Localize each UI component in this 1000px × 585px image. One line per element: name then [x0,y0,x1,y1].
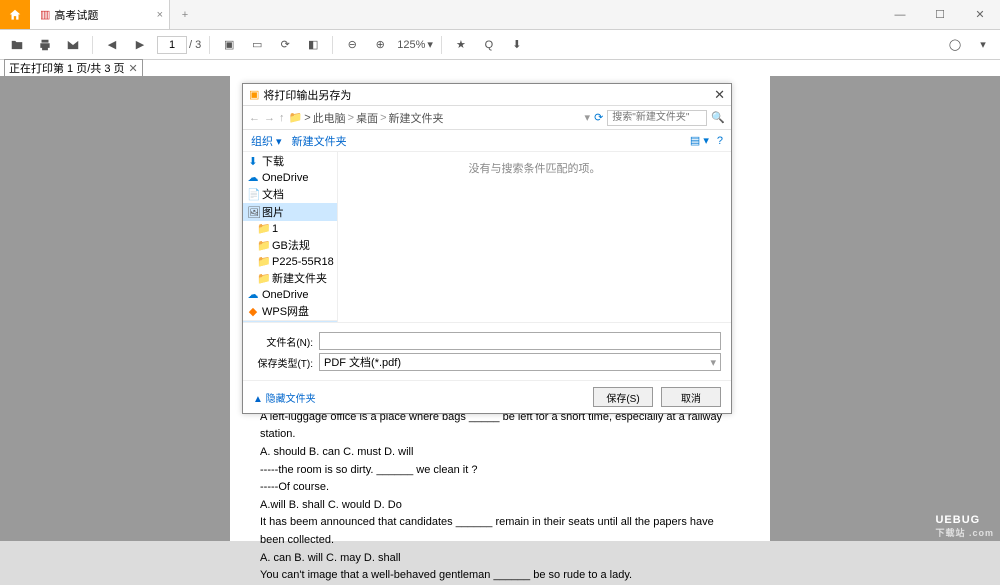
page-total: / 3 [189,39,201,51]
document-line: It has beem announced that candidates __… [260,514,740,549]
select-icon[interactable]: ◧ [302,34,324,56]
breadcrumb[interactable]: 📁 > 此电脑 > 桌面 > 新建文件夹 ▾ [289,110,591,126]
tree-item[interactable]: ☁OneDrive [243,287,337,302]
download-icon[interactable]: ⬇ [506,34,528,56]
save-button[interactable]: 保存(S) [593,387,653,407]
document-line: A. can B. will C. may D. shall [260,550,740,568]
tree-item[interactable]: 📄文档 [243,185,337,203]
cancel-button[interactable]: 取消 [661,387,721,407]
close-tab-icon[interactable]: × [157,9,163,21]
minimize-button[interactable]: — [880,0,920,29]
nav-back-arrow-icon[interactable]: ← [249,112,260,124]
file-list-area: 没有与搜索条件匹配的项。 [338,152,731,322]
new-tab-button[interactable]: + [170,0,200,29]
tab-title: 高考试题 [54,7,98,23]
maximize-button[interactable]: ☐ [920,0,960,29]
home-button[interactable] [0,0,30,29]
tree-item[interactable]: ◆WPS网盘 [243,302,337,320]
watermark: UEBUG下载站 .com [935,498,994,537]
zoom-value: 125% [397,39,425,51]
tree-item[interactable]: 📁P225-55R18 98 [243,254,337,269]
zoom-in-icon[interactable]: ⊕ [369,34,391,56]
menu-dropdown-icon[interactable]: ▾ [972,34,994,56]
filetype-label: 保存类型(T): [253,355,313,370]
bookmark-icon[interactable]: ★ [450,34,472,56]
tree-item[interactable]: 📁GB法规 [243,236,337,254]
user-icon[interactable]: ◯ [944,34,966,56]
dialog-app-icon: ▣ [249,88,259,101]
dialog-title: 将打印输出另存为 [263,87,351,103]
folder-tree[interactable]: ⬇下载☁OneDrive📄文档🖼图片📁1📁GB法规📁P225-55R18 98📁… [243,152,338,322]
organize-menu[interactable]: 组织 ▾ [251,133,282,149]
search-go-icon[interactable]: 🔍 [711,111,725,124]
nav-fwd-icon[interactable]: ▶ [129,34,151,56]
document-line: A. should B. can C. must D. will [260,444,740,462]
new-folder-button[interactable]: 新建文件夹 [292,133,347,149]
tree-item[interactable]: ☁OneDrive [243,170,337,185]
document-line: -----Of course. [260,479,740,497]
print-status-chip: 正在打印第 1 页/共 3 页 ✕ [4,59,143,77]
document-line: A.will B. shall C. would D. Do [260,497,740,515]
search-icon[interactable]: Q [478,34,500,56]
open-icon[interactable] [6,34,28,56]
status-close-icon[interactable]: ✕ [129,62,138,75]
save-as-dialog: ▣ 将打印输出另存为 ✕ ← → ↑ 📁 > 此电脑 > 桌面 > 新建文件夹 … [242,83,732,414]
filename-input[interactable] [319,332,721,350]
folder-icon: 📁 [289,111,303,124]
rotate-icon[interactable]: ⟳ [274,34,296,56]
page-number-input[interactable] [157,36,187,54]
view-mode-icon[interactable]: ▤ ▾ [690,134,709,147]
filename-label: 文件名(N): [253,334,313,349]
tree-item[interactable]: 🖼图片 [243,203,337,221]
tree-item[interactable]: 🖥此电脑 [243,321,337,322]
tab-document[interactable]: ▥ 高考试题 × [30,0,170,29]
nav-fwd-arrow-icon[interactable]: → [264,112,275,124]
refresh-icon[interactable]: ⟳ [594,111,603,124]
print-icon[interactable] [34,34,56,56]
hide-folders-toggle[interactable]: ▲ 隐藏文件夹 [253,390,316,405]
fit-page-icon[interactable]: ▣ [218,34,240,56]
nav-up-icon[interactable]: ↑ [279,112,285,124]
dialog-close-icon[interactable]: ✕ [714,87,725,103]
zoom-out-icon[interactable]: ⊖ [341,34,363,56]
zoom-dropdown-icon[interactable]: ▾ [427,38,433,51]
nav-back-icon[interactable]: ◀ [101,34,123,56]
document-line: -----the room is so dirty. ______ we cle… [260,462,740,480]
document-line: A left-luggage office is a place where b… [260,409,740,444]
email-icon[interactable] [62,34,84,56]
help-icon[interactable]: ? [717,135,723,147]
document-line: You can't image that a well-behaved gent… [260,567,740,585]
close-window-button[interactable]: ✕ [960,0,1000,29]
folder-search-input[interactable] [607,110,707,126]
status-text: 正在打印第 1 页/共 3 页 [9,60,125,76]
tree-item[interactable]: ⬇下载 [243,152,337,170]
tree-item[interactable]: 📁1 [243,221,337,236]
tree-item[interactable]: 📁新建文件夹 [243,269,337,287]
filetype-select[interactable]: PDF 文档(*.pdf) ▾ [319,353,721,371]
pdf-icon: ▥ [40,8,50,21]
fit-width-icon[interactable]: ▭ [246,34,268,56]
